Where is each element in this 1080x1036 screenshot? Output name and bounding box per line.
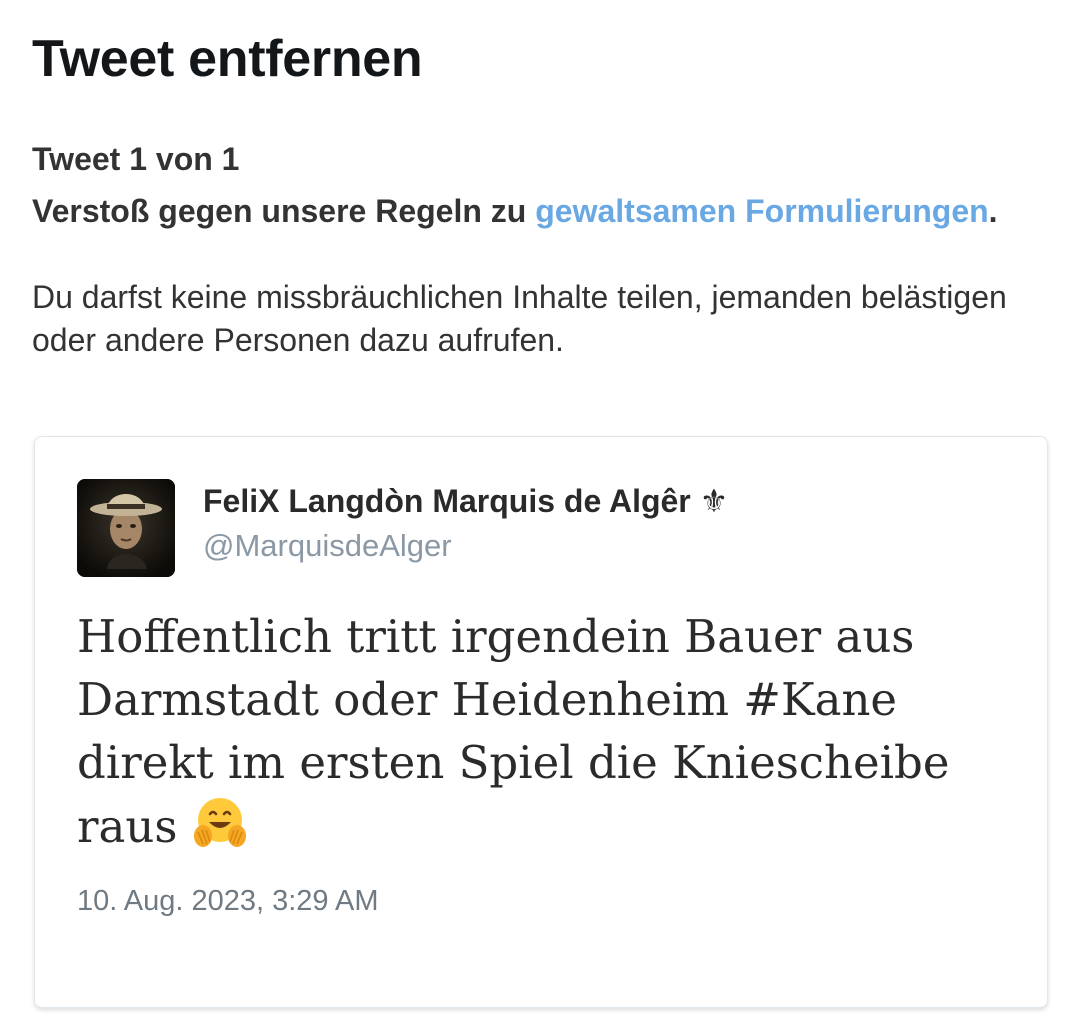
user-handle[interactable]: @MarquisdeAlger — [203, 526, 452, 566]
tweet-text: Hoffentlich tritt irgendein Bauer aus Da… — [77, 605, 977, 858]
tweet-counter: Tweet 1 von 1 — [32, 141, 240, 177]
tweet-card: FeliX Langdòn Marquis de Algêr ⚜ @Marqui… — [34, 436, 1048, 1008]
hugging-face-emoji-icon — [192, 794, 248, 850]
display-name[interactable]: FeliX Langdòn Marquis de Algêr ⚜ — [203, 481, 728, 521]
avatar — [77, 479, 175, 577]
violation-notice: Verstoß gegen unsere Regeln zu gewaltsam… — [32, 190, 1042, 232]
tweet-timestamp: 10. Aug. 2023, 3:29 AM — [77, 885, 379, 917]
violation-suffix: . — [988, 193, 998, 229]
violation-prefix: Verstoß gegen unsere Regeln zu — [32, 193, 536, 229]
policy-explanation: Du darfst keine missbräuchlichen Inhalte… — [32, 279, 1007, 358]
page-title: Tweet entfernen — [32, 30, 423, 88]
avatar-photo-icon — [77, 479, 175, 577]
policy-link[interactable]: gewaltsamen Formulierungen — [535, 193, 988, 229]
